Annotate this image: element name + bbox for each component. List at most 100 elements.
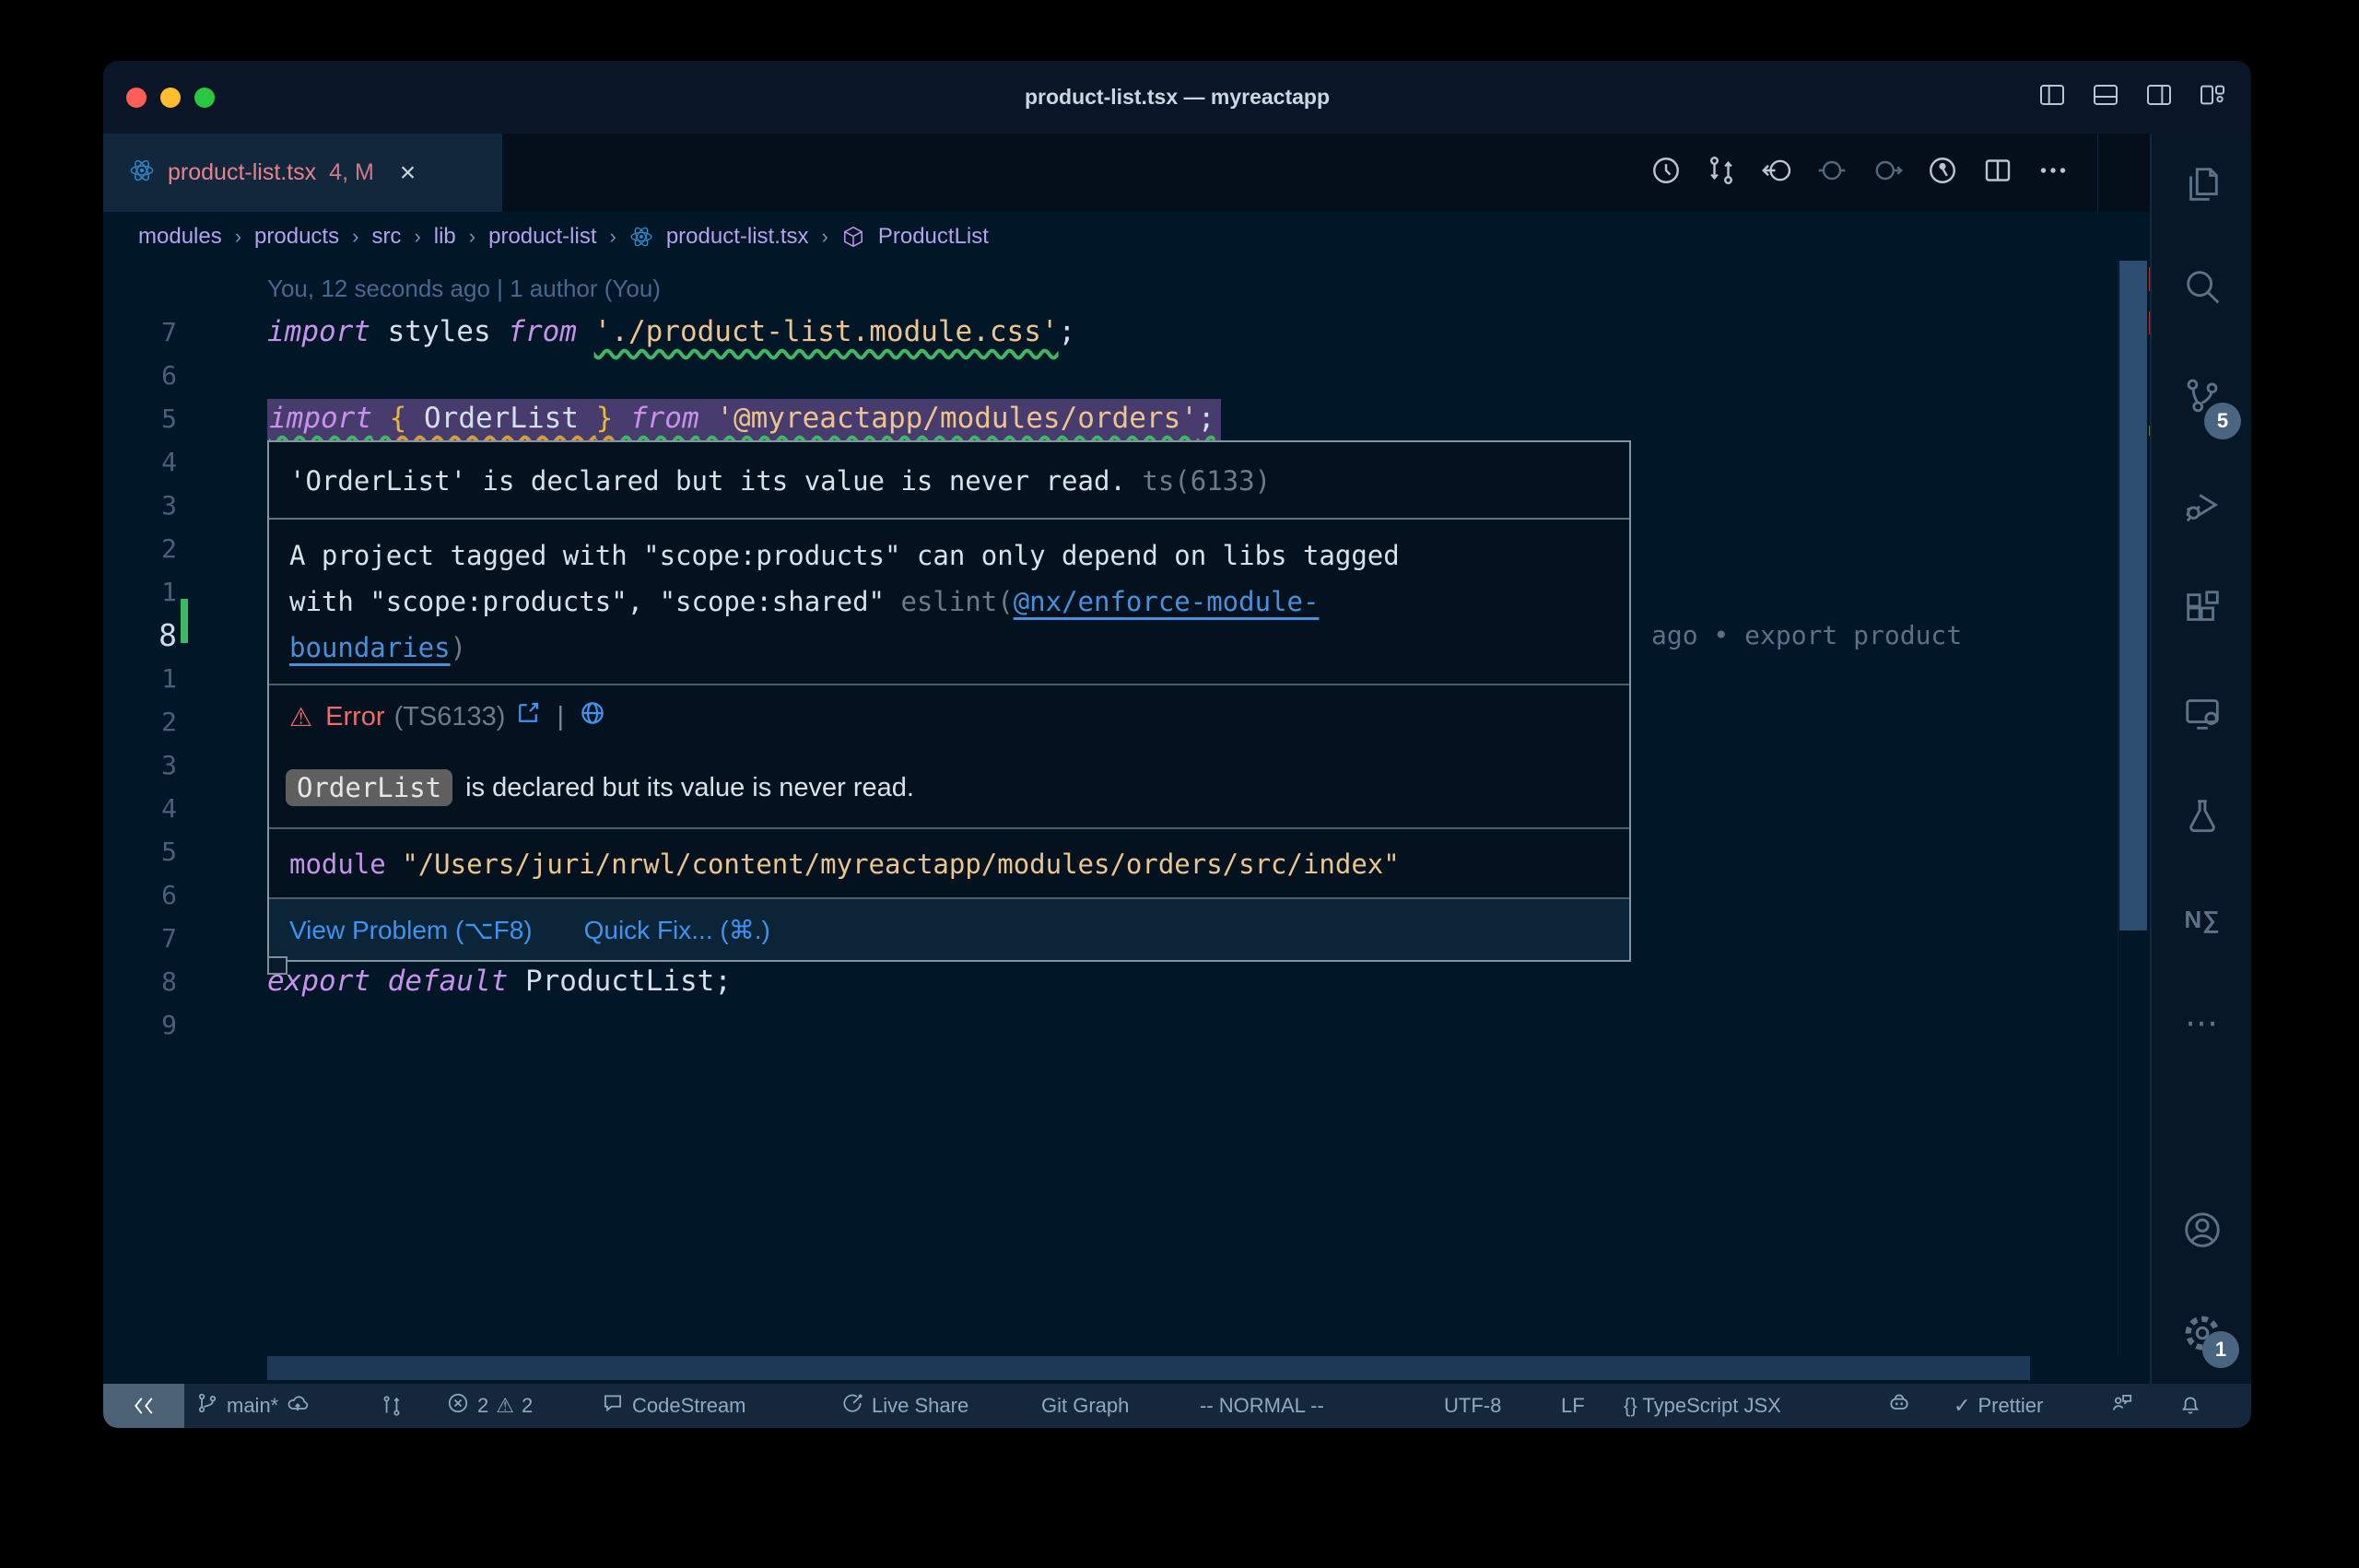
hover-error-detail: OrderList is declared but its value is n… xyxy=(269,748,1629,829)
git-blame-annotation: You, 12 seconds ago | 1 author (You) xyxy=(267,267,661,310)
feedback-icon xyxy=(2110,1391,2134,1421)
toggle-secondary-sidebar-icon[interactable] xyxy=(2144,80,2174,114)
toggle-panel-icon[interactable] xyxy=(2091,80,2120,114)
error-hover-popup: 'OrderList' is declared but its value is… xyxy=(267,440,1631,962)
horizontal-scrollbar[interactable] xyxy=(267,1356,2030,1380)
globe-icon[interactable] xyxy=(579,699,606,734)
source-control-badge: 5 xyxy=(2204,403,2241,439)
hover-ts-code: ts(6133) xyxy=(1142,465,1271,497)
line-number: 1 xyxy=(103,570,177,614)
remote-explorer-icon[interactable] xyxy=(2152,692,2251,734)
feedback-status[interactable] xyxy=(2110,1384,2134,1428)
back-navigation-icon[interactable] xyxy=(1760,154,1793,192)
git-branch-icon xyxy=(195,1391,219,1421)
open-external-icon[interactable] xyxy=(514,699,542,734)
more-views-icon[interactable]: ⋯ xyxy=(2152,1001,2251,1044)
language-mode-status[interactable]: {} TypeScript JSX xyxy=(1624,1384,1781,1428)
previous-change-icon[interactable] xyxy=(1815,154,1848,192)
eslint-rule-link[interactable]: boundaries xyxy=(289,632,451,663)
compare-changes-icon[interactable] xyxy=(1705,154,1738,192)
line-number: 6 xyxy=(103,873,177,917)
copilot-status[interactable] xyxy=(1887,1384,1911,1428)
code-token xyxy=(372,402,390,435)
eslint-rule-link[interactable]: @nx/enforce-module- xyxy=(1014,586,1320,617)
breadcrumb-item-src[interactable]: src xyxy=(371,224,401,250)
hover-resize-handle[interactable] xyxy=(267,956,288,975)
problems-status[interactable]: 2 ⚠ 2 xyxy=(446,1384,533,1428)
tab-product-list[interactable]: product-list.tsx 4, M × xyxy=(103,134,502,212)
run-debug-icon[interactable] xyxy=(2152,484,2251,526)
testing-flask-icon[interactable] xyxy=(2152,795,2251,837)
line-number: 7 xyxy=(103,310,177,354)
remote-indicator[interactable] xyxy=(103,1384,184,1428)
title-bar: product-list.tsx — myreactapp xyxy=(103,61,2251,134)
breadcrumb-separator: › xyxy=(235,225,241,249)
code-token: from xyxy=(630,402,699,435)
symbol-badge: OrderList xyxy=(286,769,452,806)
hover-module-path: module "/Users/juri/nrwl/content/myreact… xyxy=(269,829,1629,899)
extensions-icon[interactable] xyxy=(2152,587,2251,629)
breadcrumb-item-products[interactable]: products xyxy=(254,224,339,250)
next-change-icon[interactable] xyxy=(1871,154,1904,192)
quick-fix-button[interactable]: Quick Fix... (⌘.) xyxy=(584,915,770,945)
search-icon[interactable] xyxy=(2152,266,2251,309)
symbol-class-icon xyxy=(841,225,865,249)
account-icon[interactable] xyxy=(2152,1209,2251,1251)
breadcrumb-item-productlist[interactable]: ProductList xyxy=(878,224,989,250)
breadcrumb-separator: › xyxy=(469,225,475,249)
breadcrumb-item-modules[interactable]: modules xyxy=(138,224,222,250)
code-token: ProductList; xyxy=(508,965,732,998)
code-token: } xyxy=(596,402,614,435)
breadcrumb-item-product-list[interactable]: product-list xyxy=(488,224,596,250)
toggle-sidebar-icon[interactable] xyxy=(2037,80,2067,114)
warning-triangle-icon: ⚠ xyxy=(289,702,312,732)
vim-mode-status[interactable]: -- NORMAL -- xyxy=(1200,1384,1324,1428)
codestream-status[interactable]: CodeStream xyxy=(601,1384,746,1428)
view-problem-button[interactable]: View Problem (⌥F8) xyxy=(289,915,533,945)
live-share-status[interactable]: Live Share xyxy=(840,1384,968,1428)
git-compare-status[interactable] xyxy=(380,1384,404,1428)
breadcrumb-separator: › xyxy=(352,225,358,249)
notifications-bell-icon[interactable] xyxy=(2178,1384,2202,1428)
encoding-status[interactable]: UTF-8 xyxy=(1444,1384,1501,1428)
line-number: 3 xyxy=(103,743,177,787)
hover-error-status: ⚠ Error (TS6133) | xyxy=(269,685,1629,748)
breadcrumb-item-product-list-tsx[interactable]: product-list.tsx xyxy=(666,224,809,250)
code-token: ; xyxy=(1059,315,1076,348)
activity-bar: 5 N∑ ⋯ 1 xyxy=(2150,134,2251,1384)
hover-actions: View Problem (⌥F8) Quick Fix... (⌘.) xyxy=(269,899,1629,960)
live-share-icon xyxy=(840,1391,864,1421)
code-token: './product-list.module.css' xyxy=(594,315,1059,348)
hover-eslint-message: A project tagged with "scope:products" c… xyxy=(269,520,1629,685)
breadcrumb-separator: › xyxy=(609,225,616,249)
prettier-status[interactable]: ✓ Prettier xyxy=(1954,1384,2043,1428)
run-git-graph-icon[interactable] xyxy=(1926,154,1959,192)
breadcrumb-item-lib[interactable]: lib xyxy=(434,224,456,250)
vertical-scrollbar[interactable] xyxy=(2119,261,2147,930)
code-token: OrderList xyxy=(406,402,595,435)
eol-status[interactable]: LF xyxy=(1561,1384,1585,1428)
git-graph-status[interactable]: Git Graph xyxy=(1041,1384,1129,1428)
git-added-indicator xyxy=(181,599,188,643)
code-token xyxy=(699,402,717,435)
breadcrumb-separator: › xyxy=(822,225,828,249)
line-number: 9 xyxy=(103,1003,177,1047)
close-tab-icon[interactable]: × xyxy=(400,159,417,187)
codestream-icon xyxy=(601,1391,625,1421)
code-token xyxy=(577,315,594,348)
react-file-icon xyxy=(129,158,155,188)
inline-blame-annotation: ago • export product list … xyxy=(1651,614,2038,657)
explorer-icon[interactable] xyxy=(2152,163,2251,205)
customize-layout-icon[interactable] xyxy=(2198,80,2227,114)
git-branch-status[interactable]: main* xyxy=(195,1384,310,1428)
more-actions-icon[interactable] xyxy=(2036,154,2070,192)
settings-badge: 1 xyxy=(2202,1331,2239,1368)
nx-console-icon[interactable]: N∑ xyxy=(2152,898,2251,941)
split-editor-icon[interactable] xyxy=(1981,154,2014,192)
code-line-export-default: export default ProductList; xyxy=(267,960,732,1003)
editor-actions xyxy=(1649,134,2098,212)
line-number: 4 xyxy=(103,440,177,484)
code-token: from xyxy=(508,315,577,348)
timeline-history-icon[interactable] xyxy=(1649,154,1683,192)
active-line-number: 8 xyxy=(103,614,177,657)
